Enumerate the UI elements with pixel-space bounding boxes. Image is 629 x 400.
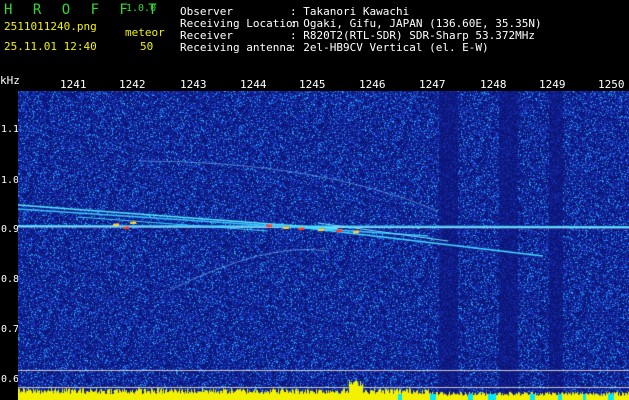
y-tick-label: 0.8 (1, 274, 20, 285)
observer-key: Observer (180, 5, 233, 18)
x-tick-label: 1246 (359, 78, 386, 91)
location-value: : Ogaki, Gifu, JAPAN (136.60E, 35.35N) (290, 17, 542, 30)
observer-value: : Takanori Kawachi (290, 5, 410, 18)
timestamp-label: 25.11.01 12:40 (4, 40, 97, 53)
x-tick-label: 1244 (240, 78, 267, 91)
y-tick-label: 1.0 (1, 175, 20, 186)
location-key: Receiving Location (180, 17, 300, 30)
x-tick-label: 1249 (539, 78, 566, 91)
antenna-value: : 2el-HB9CV Vertical (el. E-W) (290, 41, 489, 54)
x-tick-label: 1242 (119, 78, 146, 91)
meteor-count: 50 (140, 40, 154, 53)
x-tick-label: 1248 (480, 78, 507, 91)
y-tick-label: 1.1 (1, 124, 20, 135)
header-panel: H R O F F T 1.0.0 2511011240.png meteor … (0, 0, 629, 72)
receiver-key: Receiver (180, 29, 233, 42)
x-tick-label: 1243 (180, 78, 207, 91)
meteor-label: meteor (125, 26, 165, 39)
app-version: 1.0.0 (126, 3, 157, 14)
y-tick-label: 0.6 (1, 374, 20, 385)
antenna-key: Receiving antenna (180, 41, 293, 54)
x-tick-label: 1250 (598, 78, 625, 91)
x-tick-label: 1241 (60, 78, 87, 91)
x-tick-label: 1245 (299, 78, 326, 91)
filename-label: 2511011240.png (4, 20, 97, 33)
receiver-value: : R820T2(RTL-SDR) SDR-Sharp 53.372MHz (290, 29, 536, 42)
x-axis-labels: 1241 1242 1243 1244 1245 1246 1247 1248 … (0, 78, 629, 92)
y-tick-label: 0.9 (1, 224, 20, 235)
y-tick-label: 0.7 (1, 324, 20, 335)
x-tick-label: 1247 (419, 78, 446, 91)
spectrogram-canvas (18, 91, 629, 400)
